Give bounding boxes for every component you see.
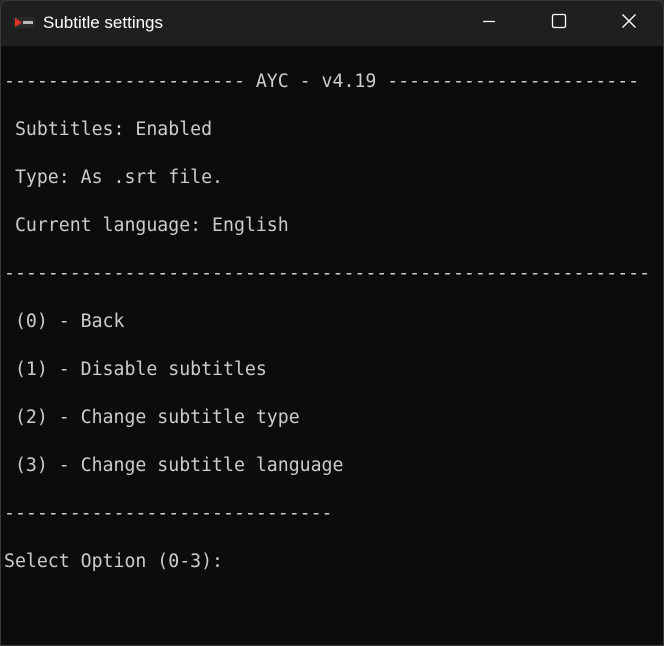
divider-rule: ----------------------------------------… xyxy=(4,263,651,284)
console-output[interactable]: ---------------------- AYC - v4.19 -----… xyxy=(4,46,663,645)
maximize-icon xyxy=(551,13,567,34)
title-bar[interactable]: Subtitle settings xyxy=(1,1,663,46)
option-back: (0) - Back xyxy=(4,311,125,332)
scrollbar[interactable] xyxy=(660,46,663,645)
window-title: Subtitle settings xyxy=(43,13,164,32)
status-language: Current language: English xyxy=(4,215,289,236)
option-disable-subtitles: (1) - Disable subtitles xyxy=(4,359,267,380)
close-button[interactable] xyxy=(594,1,663,46)
option-change-type: (2) - Change subtitle type xyxy=(4,407,300,428)
maximize-button[interactable] xyxy=(524,1,594,46)
minimize-button[interactable] xyxy=(454,1,524,46)
minimize-icon xyxy=(481,13,497,34)
status-type: Type: As .srt file. xyxy=(4,167,223,188)
input-prompt[interactable]: Select Option (0-3): xyxy=(4,550,223,574)
option-change-language: (3) - Change subtitle language xyxy=(4,455,344,476)
close-icon xyxy=(621,13,637,34)
header-rule: ---------------------- AYC - v4.19 -----… xyxy=(4,71,640,92)
app-logo-icon xyxy=(13,16,35,29)
console-window: Subtitle settings ----------------------… xyxy=(0,0,664,646)
footer-rule: ------------------------------ xyxy=(4,503,333,524)
status-subtitles: Subtitles: Enabled xyxy=(4,119,213,140)
